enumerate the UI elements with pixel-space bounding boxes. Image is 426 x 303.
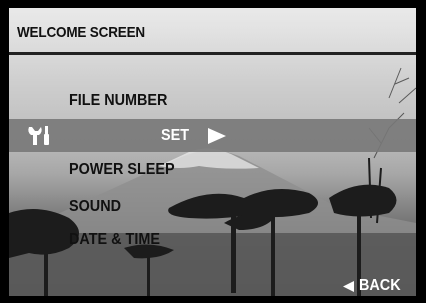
menu-item-sound[interactable]: SOUND (69, 198, 121, 216)
back-label: BACK (359, 277, 401, 294)
camera-menu-screen: WELCOME SCREEN FILE NUMBER SET POWER SLE… (9, 8, 416, 296)
set-label: SET (161, 127, 190, 144)
page-title: WELCOME SCREEN (17, 24, 145, 41)
camera-lcd-frame: WELCOME SCREEN FILE NUMBER SET POWER SLE… (0, 0, 426, 303)
menu-item-set[interactable]: SET (9, 119, 416, 152)
menu-item-date-time[interactable]: DATE & TIME (69, 231, 160, 249)
right-triangle-icon (208, 128, 226, 144)
left-triangle-icon (343, 281, 354, 292)
title-divider (9, 52, 416, 55)
title-bar: WELCOME SCREEN (9, 18, 416, 55)
menu-item-power-sleep[interactable]: POWER SLEEP (69, 161, 175, 179)
back-button[interactable]: BACK (341, 276, 413, 296)
menu-item-file-number[interactable]: FILE NUMBER (69, 92, 167, 110)
wrench-screwdriver-icon (28, 126, 49, 145)
